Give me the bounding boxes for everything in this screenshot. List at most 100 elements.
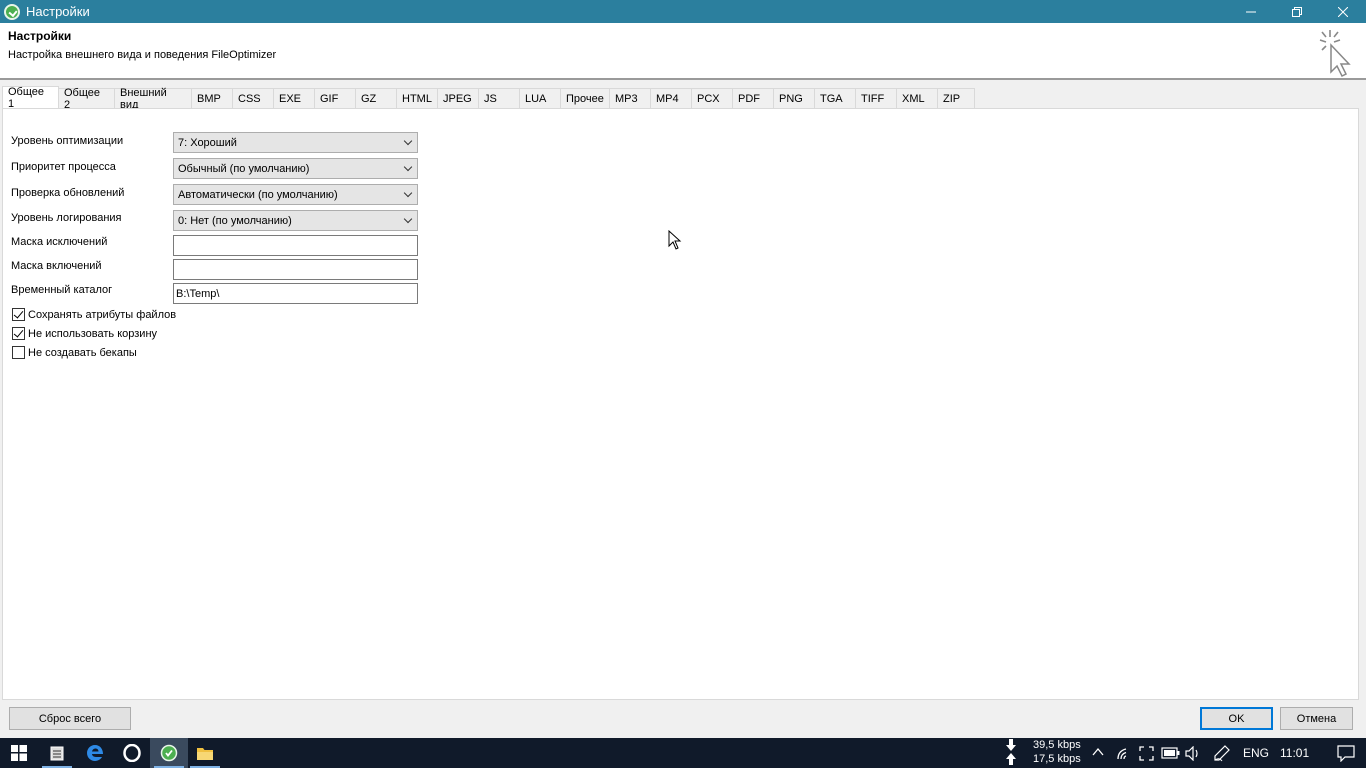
no-recycle-bin-checkbox[interactable]: Не использовать корзину — [12, 327, 157, 340]
fileoptimizer-icon — [160, 744, 178, 762]
close-icon — [1338, 6, 1348, 17]
opera-browser-icon — [123, 744, 141, 762]
tab-lua[interactable]: LUA — [519, 88, 561, 108]
chevron-up-icon[interactable] — [1092, 747, 1104, 757]
taskbar-app-fileoptimizer[interactable] — [150, 738, 188, 768]
taskbar-app-opera[interactable] — [113, 738, 151, 768]
minimize-button[interactable] — [1228, 0, 1274, 23]
chevron-down-icon — [403, 162, 413, 172]
tab-pcx[interactable]: PCX — [691, 88, 733, 108]
tab-js[interactable]: JS — [478, 88, 520, 108]
taskbar-app-edge[interactable] — [76, 738, 114, 768]
taskbar: 39,5 kbps 17,5 kbps ENG 11:01 — [0, 738, 1366, 768]
tab-zip[interactable]: ZIP — [937, 88, 975, 108]
no-recycle-bin-label: Не использовать корзину — [28, 327, 158, 340]
keep-attributes-label: Сохранять атрибуты файлов — [28, 308, 177, 321]
start-button[interactable] — [0, 738, 38, 768]
no-backups-checkbox[interactable]: Не создавать бекапы — [12, 346, 137, 359]
tab-css[interactable]: CSS — [232, 88, 274, 108]
ok-button[interactable]: OK — [1200, 707, 1273, 730]
exclude-mask-input[interactable] — [173, 235, 418, 256]
restore-icon — [1292, 6, 1302, 17]
tab-gif[interactable]: GIF — [314, 88, 356, 108]
battery-icon[interactable] — [1161, 747, 1181, 759]
update-check-value: Автоматически (по умолчанию) — [178, 188, 338, 201]
log-level-label: Уровень логирования — [11, 212, 122, 224]
process-priority-select[interactable]: Обычный (по умолчанию) — [173, 158, 418, 179]
checkbox-checked-icon — [12, 308, 25, 321]
optimization-level-value: 7: Хороший — [178, 136, 237, 149]
chevron-down-icon — [403, 188, 413, 198]
tab-png[interactable]: PNG — [773, 88, 815, 108]
tab-appearance[interactable]: Внешний вид — [114, 87, 192, 111]
temp-dir-label: Временный каталог — [11, 284, 113, 296]
tab-other[interactable]: Прочее — [560, 88, 610, 108]
dialog-header: Настройки Настройка внешнего вида и пове… — [0, 23, 1366, 80]
update-check-select[interactable]: Автоматически (по умолчанию) — [173, 184, 418, 205]
chevron-down-icon — [403, 214, 413, 224]
tab-exe[interactable]: EXE — [273, 88, 315, 108]
tab-panel-general-1: Уровень оптимизации 7: Хороший Приоритет… — [2, 108, 1359, 700]
optimization-level-label: Уровень оптимизации — [11, 135, 124, 147]
header-subtitle: Настройка внешнего вида и поведения File… — [8, 49, 277, 61]
temp-dir-input[interactable]: B:\Temp\ — [173, 283, 418, 304]
tab-bar: Общее 1 Общее 2 Внешний вид BMP CSS EXE … — [2, 86, 975, 111]
tab-gz[interactable]: GZ — [355, 88, 397, 108]
reset-all-button[interactable]: Сброс всего — [9, 707, 131, 730]
windows-logo-icon — [11, 745, 27, 761]
chevron-down-icon — [403, 136, 413, 146]
cancel-button[interactable]: Отмена — [1280, 707, 1353, 730]
include-mask-input[interactable] — [173, 259, 418, 280]
log-level-select[interactable]: 0: Нет (по умолчанию) — [173, 210, 418, 231]
click-cursor-icon — [1319, 30, 1351, 78]
process-priority-label: Приоритет процесса — [11, 161, 116, 173]
exclude-mask-label: Маска исключений — [11, 236, 108, 248]
header-title: Настройки — [8, 29, 72, 43]
fullscreen-icon[interactable] — [1139, 746, 1154, 761]
tab-mp4[interactable]: MP4 — [650, 88, 692, 108]
app-icon — [4, 3, 20, 20]
minimize-icon — [1246, 11, 1256, 12]
pen-ink-icon[interactable] — [1213, 745, 1231, 762]
close-button[interactable] — [1320, 0, 1366, 23]
window-controls — [1228, 0, 1366, 23]
tab-pdf[interactable]: PDF — [732, 88, 774, 108]
checkbox-unchecked-icon — [12, 346, 25, 359]
update-check-label: Проверка обновлений — [11, 187, 125, 199]
clock[interactable]: 11:01 — [1280, 746, 1309, 760]
tab-jpeg[interactable]: JPEG — [437, 88, 479, 108]
optimization-level-select[interactable]: 7: Хороший — [173, 132, 418, 153]
language-indicator[interactable]: ENG — [1243, 746, 1269, 760]
wifi-icon[interactable] — [1116, 745, 1132, 761]
mouse-pointer-icon — [668, 230, 682, 250]
tab-mp3[interactable]: MP3 — [609, 88, 651, 108]
folder-icon — [197, 747, 213, 760]
keep-attributes-checkbox[interactable]: Сохранять атрибуты файлов — [12, 308, 176, 321]
network-up-arrow-icon — [1006, 753, 1016, 765]
process-priority-value: Обычный (по умолчанию) — [178, 162, 310, 175]
tab-general-1[interactable]: Общее 1 — [2, 86, 59, 110]
taskbar-app-explorer[interactable] — [186, 738, 224, 768]
volume-icon[interactable] — [1185, 746, 1203, 761]
tab-xml[interactable]: XML — [896, 88, 938, 108]
checkbox-checked-icon — [12, 327, 25, 340]
notepad-icon — [50, 746, 64, 761]
edge-browser-icon — [87, 745, 103, 761]
network-down-arrow-icon — [1006, 739, 1016, 751]
log-level-value: 0: Нет (по умолчанию) — [178, 214, 292, 227]
settings-area: Общее 1 Общее 2 Внешний вид BMP CSS EXE … — [0, 80, 1366, 740]
taskbar-app-notepad[interactable] — [38, 738, 76, 768]
tab-tga[interactable]: TGA — [814, 88, 856, 108]
tab-html[interactable]: HTML — [396, 88, 438, 108]
title-bar: Настройки — [0, 0, 1366, 23]
notification-center-icon[interactable] — [1337, 745, 1355, 762]
tab-general-2[interactable]: Общее 2 — [58, 87, 115, 111]
no-backups-label: Не создавать бекапы — [28, 346, 137, 359]
include-mask-label: Маска включений — [11, 260, 102, 272]
tab-tiff[interactable]: TIFF — [855, 88, 897, 108]
network-down-speed: 39,5 kbps — [1033, 739, 1081, 751]
restore-button[interactable] — [1274, 0, 1320, 23]
network-up-speed: 17,5 kbps — [1033, 753, 1081, 765]
window-title: Настройки — [26, 4, 90, 19]
tab-bmp[interactable]: BMP — [191, 88, 233, 108]
